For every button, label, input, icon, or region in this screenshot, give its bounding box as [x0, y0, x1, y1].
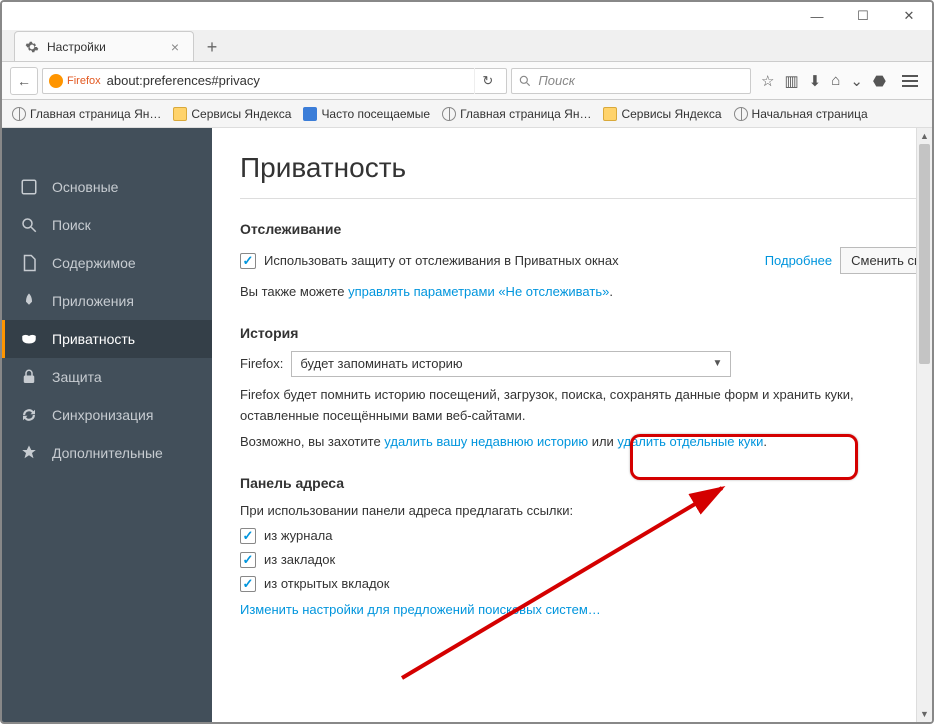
mask-icon: [20, 330, 38, 348]
preferences-sidebar: Основные Поиск Содержимое Приложения При…: [2, 128, 212, 722]
bookmark-item[interactable]: Главная страница Ян…: [438, 105, 595, 123]
chevron-down-icon: ▼: [712, 358, 722, 369]
globe-icon: [12, 107, 26, 121]
sidebar-item-search[interactable]: Поиск: [2, 206, 212, 244]
folder-icon: [603, 107, 617, 121]
scroll-up-icon[interactable]: ▲: [917, 128, 932, 144]
pocket-icon[interactable]: ⌄: [850, 72, 863, 90]
preferences-main: Приватность Отслеживание Использовать за…: [212, 128, 932, 722]
rocket-icon: [20, 292, 38, 310]
page-title: Приватность: [240, 152, 932, 199]
window-maximize[interactable]: ☐: [840, 2, 886, 30]
sidebar-item-sync[interactable]: Синхронизация: [2, 396, 212, 434]
home-icon[interactable]: ⌂: [831, 72, 840, 89]
tracking-protection-checkbox[interactable]: [240, 253, 256, 269]
bookmark-item[interactable]: Часто посещаемые: [299, 105, 434, 123]
bookmarks-toolbar: Главная страница Ян… Сервисы Яндекса Час…: [2, 100, 932, 128]
scrollbar[interactable]: ▲ ▼: [916, 128, 932, 722]
sync-icon: [20, 406, 38, 424]
scrollbar-thumb[interactable]: [919, 144, 930, 364]
remove-individual-cookies-link[interactable]: удалить отдельные куки: [617, 434, 763, 449]
tracking-learn-more-link[interactable]: Подробнее: [765, 253, 832, 268]
tracking-heading: Отслеживание: [240, 221, 932, 237]
dnt-manage-link[interactable]: управлять параметрами «Не отслеживать»: [348, 284, 609, 299]
bookmark-item[interactable]: Сервисы Яндекса: [169, 105, 295, 123]
history-description: Firefox будет помнить историю посещений,…: [240, 385, 932, 427]
navigation-toolbar: ← Firefox about:preferences#privacy ↻ По…: [2, 62, 932, 100]
tab-strip: Настройки × +: [2, 30, 932, 62]
identity-box[interactable]: Firefox: [49, 74, 101, 88]
suggest-bookmarks-checkbox[interactable]: [240, 552, 256, 568]
sidebar-item-general[interactable]: Основные: [2, 168, 212, 206]
hamburger-menu[interactable]: [896, 67, 924, 95]
sidebar-item-applications[interactable]: Приложения: [2, 282, 212, 320]
sidebar-item-content[interactable]: Содержимое: [2, 244, 212, 282]
change-search-suggestions-link[interactable]: Изменить настройки для предложений поиск…: [240, 602, 601, 617]
document-icon: [20, 254, 38, 272]
search-placeholder: Поиск: [538, 73, 575, 88]
bookmark-item[interactable]: Сервисы Яндекса: [599, 105, 725, 123]
search-icon: [20, 216, 38, 234]
tracking-protection-label: Использовать защиту от отслеживания в Пр…: [264, 253, 619, 268]
window-minimize[interactable]: —: [794, 2, 840, 30]
identity-label: Firefox: [67, 75, 101, 87]
suggest-opentabs-checkbox[interactable]: [240, 576, 256, 592]
gear-icon: [25, 40, 39, 54]
tab-settings[interactable]: Настройки ×: [14, 31, 194, 61]
sidebar-item-advanced[interactable]: Дополнительные: [2, 434, 212, 472]
search-bar[interactable]: Поиск: [511, 68, 751, 94]
locationbar-heading: Панель адреса: [240, 475, 932, 491]
reader-icon[interactable]: ▥: [784, 72, 798, 90]
scroll-down-icon[interactable]: ▼: [917, 706, 932, 722]
history-heading: История: [240, 325, 932, 341]
back-button[interactable]: ←: [10, 67, 38, 95]
url-text: about:preferences#privacy: [107, 73, 469, 88]
locationbar-intro: При использовании панели адреса предлага…: [240, 501, 932, 522]
globe-icon: [442, 107, 456, 121]
firefox-icon: [49, 74, 63, 88]
bookmark-star-icon[interactable]: ☆: [761, 72, 774, 90]
globe-icon: [734, 107, 748, 121]
bookmark-item[interactable]: Главная страница Ян…: [8, 105, 165, 123]
window-titlebar: — ☐ ✕: [2, 2, 932, 30]
window-close[interactable]: ✕: [886, 2, 932, 30]
folder-icon: [173, 107, 187, 121]
history-mode-label: Firefox:: [240, 356, 283, 371]
sidebar-item-security[interactable]: Защита: [2, 358, 212, 396]
reload-button[interactable]: ↻: [474, 68, 500, 94]
sidebar-item-privacy[interactable]: Приватность: [2, 320, 212, 358]
tab-title: Настройки: [47, 40, 159, 54]
new-tab-button[interactable]: +: [198, 33, 226, 61]
shield-icon[interactable]: ⬣: [873, 72, 886, 90]
search-icon: [518, 74, 532, 88]
general-icon: [20, 178, 38, 196]
hamburger-icon: [902, 75, 918, 87]
suggest-history-checkbox[interactable]: [240, 528, 256, 544]
page-icon: [303, 107, 317, 121]
url-bar[interactable]: Firefox about:preferences#privacy ↻: [42, 68, 507, 94]
clear-recent-history-link[interactable]: удалить вашу недавнюю историю: [384, 434, 588, 449]
tab-close-button[interactable]: ×: [167, 39, 183, 55]
lock-icon: [20, 368, 38, 386]
downloads-icon[interactable]: ⬇: [809, 72, 822, 90]
history-mode-select[interactable]: будет запоминать историю ▼: [291, 351, 731, 377]
advanced-icon: [20, 444, 38, 462]
bookmark-item[interactable]: Начальная страница: [730, 105, 872, 123]
